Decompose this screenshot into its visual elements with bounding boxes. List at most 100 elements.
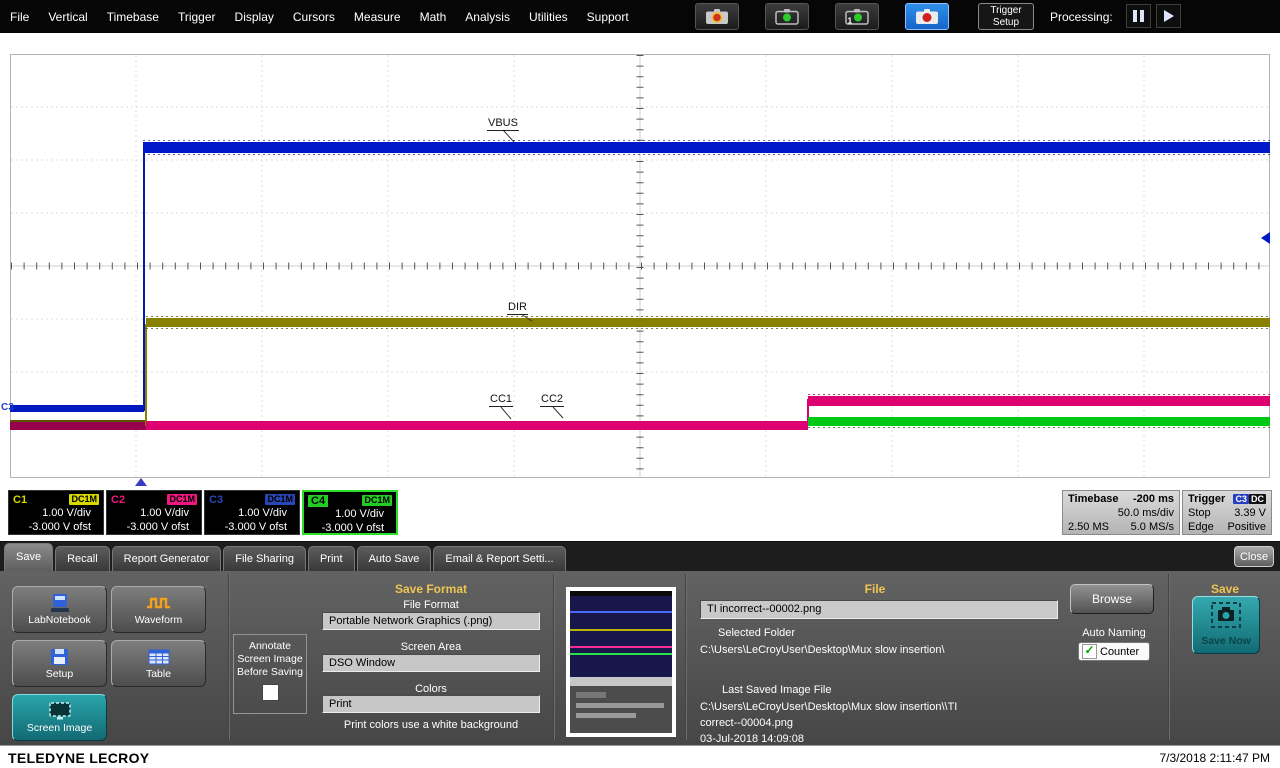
labnotebook-icon [13,591,106,614]
channel-scale: 1.00 V/div [42,507,91,519]
last-saved-timestamp: 03-Jul-2018 14:09:08 [700,733,804,745]
screen-image-button[interactable]: Screen Image [12,694,107,741]
coupling-badge: DC1M [69,494,99,505]
trigger-mode: Stop [1188,507,1211,519]
counter-checkbox-group[interactable]: ✓ Counter [1078,642,1150,661]
play-button[interactable] [1156,4,1181,28]
pause-icon [1133,10,1137,22]
colors-label: Colors [415,683,447,695]
menu-display[interactable]: Display [235,10,274,24]
trigger-level-marker[interactable] [1261,232,1270,244]
annotate-group: Annotate Screen Image Before Saving [233,634,307,714]
trace-label-dir[interactable]: DIR [507,301,528,315]
tab-save[interactable]: Save [4,543,54,571]
hardcopy-button-3[interactable]: 1 [835,3,879,30]
table-button[interactable]: Table [111,640,206,687]
channel-id: C3 [209,493,224,506]
screen-area-select[interactable]: DSO Window [322,654,540,672]
close-button[interactable]: Close [1234,546,1274,567]
waveform-area[interactable]: VBUS DIR CC1 CC2 C3 C1 DC1M 1.00 V/div -… [0,33,1280,541]
menu-cursors[interactable]: Cursors [293,10,335,24]
section-divider [553,574,555,740]
camera-red-icon [706,9,728,24]
camera-red-active-icon [916,9,938,24]
hardcopy-button-2[interactable] [765,3,809,30]
menu-analysis[interactable]: Analysis [465,10,510,24]
datetime-display: 7/3/2018 2:11:47 PM [1159,751,1270,765]
hardcopy-button-active[interactable] [905,3,949,30]
channel-id: C1 [13,493,28,506]
channel-descriptor-c1[interactable]: C1 DC1M 1.00 V/div -3.000 V ofst [8,490,104,535]
trace-label-cc1[interactable]: CC1 [489,393,514,407]
play-icon [1163,10,1174,22]
tab-report-generator[interactable]: Report Generator [111,546,222,571]
trigger-source-chip: C3 [1233,494,1249,504]
screen-preview-thumbnail [566,587,676,737]
colors-select[interactable]: Print [322,695,540,713]
table-icon [112,645,205,668]
tab-email-report-settings[interactable]: Email & Report Setti... [433,546,566,571]
setup-label: Setup [45,668,74,680]
counter-label: Counter [1100,645,1140,658]
section-divider [685,574,687,740]
trigger-slope: Positive [1227,521,1266,533]
menu-trigger[interactable]: Trigger [178,10,216,24]
menu-items: File Vertical Timebase Trigger Display C… [10,0,629,33]
channel-c3-edge-marker[interactable]: C3 [1,402,14,413]
trigger-descriptor[interactable]: Trigger C3 DC Stop 3.39 V Edge Positive [1182,490,1272,535]
tab-recall[interactable]: Recall [55,546,110,571]
labnotebook-button[interactable]: LabNotebook [12,586,107,633]
menu-utilities[interactable]: Utilities [529,10,568,24]
channel-id: C2 [111,493,126,506]
waveform-label: Waveform [134,614,183,626]
section-divider [1168,574,1170,740]
annotate-label-line1: Annotate [248,640,292,652]
annotate-checkbox[interactable] [261,684,279,701]
tab-auto-save[interactable]: Auto Save [356,546,432,571]
save-format-section-label: Save Format [394,582,468,596]
menu-measure[interactable]: Measure [354,10,401,24]
menu-math[interactable]: Math [420,10,447,24]
trigger-level: 3.39 V [1234,507,1266,519]
trigger-time-marker[interactable] [135,478,147,486]
trigger-setup-line1: Trigger [990,5,1022,16]
dialog-tab-bar: Save Recall Report Generator File Sharin… [0,542,1280,571]
trace-label-vbus[interactable]: VBUS [487,117,519,131]
selected-folder-label: Selected Folder [718,627,796,639]
timebase-rate: 5.0 MS/s [1130,521,1174,533]
table-label: Table [145,668,172,680]
trace-label-cc2[interactable]: CC2 [540,393,565,407]
pause-button[interactable] [1126,4,1151,28]
coupling-badge: DC1M [362,495,392,506]
save-dialog: Save Recall Report Generator File Sharin… [0,541,1280,746]
oscilloscope-screen: File Vertical Timebase Trigger Display C… [0,0,1280,768]
browse-button[interactable]: Browse [1070,584,1154,614]
tab-print[interactable]: Print [307,546,355,571]
setup-button[interactable]: Setup [12,640,107,687]
filename-input[interactable]: TI incorrect--00002.png [700,600,1058,619]
waveform-button[interactable]: Waveform [111,586,206,633]
channel-descriptor-c3[interactable]: C3 DC1M 1.00 V/div -3.000 V ofst [204,490,300,535]
tab-file-sharing[interactable]: File Sharing [223,546,306,571]
file-format-select[interactable]: Portable Network Graphics (.png) [322,612,540,630]
menu-file[interactable]: File [10,10,29,24]
screen-image-icon [13,699,106,722]
channel-descriptor-c4[interactable]: C4 DC1M 1.00 V/div -3.000 V ofst [302,490,398,535]
timebase-offset: -200 ms [1133,493,1174,505]
processing-label: Processing: [1050,10,1113,24]
timebase-descriptor[interactable]: Timebase -200 ms 50.0 ms/div 2.50 MS 5.0 M… [1062,490,1180,535]
counter-checkbox[interactable]: ✓ [1082,644,1097,659]
channel-descriptor-c2[interactable]: C2 DC1M 1.00 V/div -3.000 V ofst [106,490,202,535]
channel-offset: -3.000 V ofst [321,522,384,534]
trigger-setup-line2: Setup [992,17,1020,28]
annotate-label-line2: Screen Image [237,653,303,665]
screen-area-label: Screen Area [400,641,462,653]
menu-vertical[interactable]: Vertical [48,10,87,24]
hardcopy-button-1[interactable] [695,3,739,30]
menu-support[interactable]: Support [587,10,629,24]
trigger-coupling-chip: DC [1249,494,1266,504]
save-now-button[interactable]: Save Now [1192,596,1260,654]
menu-timebase[interactable]: Timebase [107,10,159,24]
trigger-setup-button[interactable]: Trigger Setup [978,3,1034,30]
trigger-type: Edge [1188,521,1214,533]
